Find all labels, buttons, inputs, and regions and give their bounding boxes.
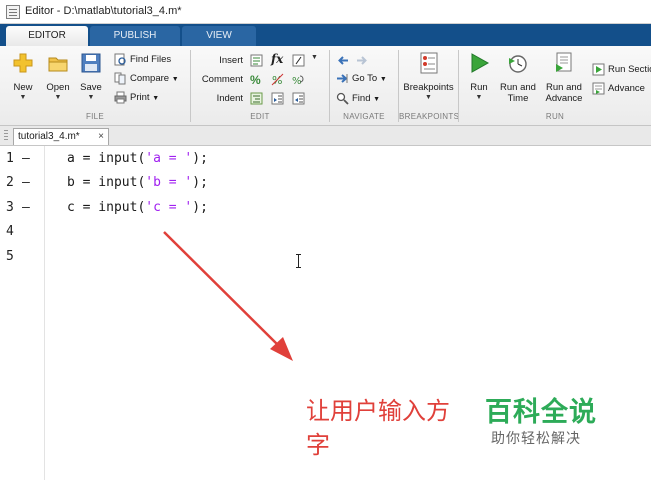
- find-files-label: Find Files: [130, 54, 172, 65]
- forward-arrow-icon: [355, 54, 368, 67]
- run-label: Run: [470, 82, 488, 93]
- indent-label[interactable]: Indent: [193, 93, 243, 104]
- tab-editor[interactable]: EDITOR: [6, 26, 88, 46]
- run-section-icon: [592, 63, 605, 76]
- go-to-label: Go To: [352, 73, 378, 84]
- insert-label[interactable]: Insert: [193, 55, 243, 66]
- smart-indent-icon[interactable]: [250, 92, 263, 105]
- run-and-time-line2: Time: [507, 93, 529, 104]
- run-and-advance-line1: Run and: [546, 82, 582, 93]
- new-dropdown-icon[interactable]: ▼: [6, 93, 40, 103]
- document-tab-bar: tutorial3_4.m* ×: [0, 126, 651, 146]
- run-and-advance-icon: [553, 52, 575, 74]
- breakpoints-button[interactable]: Breakpoints ▼: [401, 52, 456, 103]
- editor-app-icon: [6, 5, 20, 19]
- watermark-logo: 百科全说 助你轻松解决: [463, 376, 627, 456]
- compare-dropdown-icon[interactable]: ▼: [172, 76, 179, 83]
- find-dropdown-icon[interactable]: ▼: [373, 96, 380, 103]
- breakpoints-icon: [418, 52, 440, 74]
- breakpoints-group-label: BREAKPOINTS: [399, 112, 460, 121]
- open-dropdown-icon[interactable]: ▼: [43, 93, 73, 103]
- new-button[interactable]: New ▼: [6, 52, 40, 103]
- window-titlebar: Editor - D:\matlab\tutorial3_4.m*: [0, 0, 651, 24]
- print-dropdown-icon[interactable]: ▼: [152, 95, 159, 102]
- file-group-label: FILE: [85, 112, 105, 121]
- editor-ribbon: New ▼ Open ▼ Save ▼ Find Files Compare ▼…: [0, 46, 651, 126]
- advance-icon: [592, 82, 605, 95]
- run-button[interactable]: Run ▼: [463, 52, 495, 103]
- comment-label[interactable]: Comment: [193, 74, 243, 85]
- run-and-time-button[interactable]: Run and Time: [498, 52, 538, 104]
- advance-button[interactable]: Advance: [592, 81, 645, 97]
- go-to-icon: [336, 72, 349, 85]
- find-label: Find: [352, 93, 371, 104]
- insert-function-fx-icon[interactable]: fx: [271, 52, 287, 66]
- run-and-advance-label: Run and Advance: [543, 82, 585, 104]
- save-button[interactable]: Save ▼: [76, 52, 106, 103]
- decrease-indent-icon[interactable]: [292, 92, 305, 105]
- ribbon-tab-strip: EDITOR PUBLISH VIEW: [0, 24, 651, 46]
- open-label: Open: [46, 82, 70, 93]
- print-label: Print: [130, 92, 150, 103]
- print-icon: [114, 91, 127, 104]
- compare-icon: [114, 72, 127, 85]
- document-tab-label: tutorial3_4.m*: [18, 131, 80, 142]
- new-label: New: [13, 82, 33, 93]
- compare-button[interactable]: Compare ▼: [114, 71, 179, 87]
- close-tab-icon[interactable]: ×: [98, 129, 104, 144]
- watermark-main-text: 百科全说: [485, 397, 597, 428]
- wrap-comments-icon[interactable]: %: [292, 73, 305, 87]
- drag-grip-icon[interactable]: [4, 130, 8, 141]
- find-files-button[interactable]: Find Files: [114, 52, 171, 68]
- save-disk-icon: [80, 52, 102, 74]
- tab-view[interactable]: VIEW: [182, 26, 256, 46]
- breakpoints-label: Breakpoints: [403, 82, 454, 93]
- run-and-time-label: Run and Time: [498, 82, 538, 104]
- advance-label: Advance: [608, 83, 645, 94]
- insert-dropdown-icon[interactable]: ▼: [311, 54, 324, 67]
- save-dropdown-icon[interactable]: ▼: [76, 93, 106, 103]
- open-folder-icon: [47, 52, 69, 74]
- run-and-advance-button[interactable]: Run and Advance: [543, 52, 585, 104]
- find-button[interactable]: Find ▼: [336, 91, 380, 107]
- breakpoints-dropdown-icon[interactable]: ▼: [401, 93, 456, 103]
- comment-percent-icon[interactable]: %: [250, 73, 263, 87]
- run-and-time-line1: Run and: [500, 82, 536, 93]
- open-button[interactable]: Open ▼: [43, 52, 73, 103]
- back-arrow-icon[interactable]: [337, 54, 350, 67]
- run-group-label: RUN: [545, 112, 565, 121]
- go-to-dropdown-icon[interactable]: ▼: [380, 76, 387, 83]
- run-section-button[interactable]: Run Sectio: [592, 62, 651, 78]
- increase-indent-icon[interactable]: [271, 92, 284, 105]
- run-section-label: Run Sectio: [608, 64, 651, 75]
- run-play-icon: [468, 52, 490, 74]
- print-button[interactable]: Print ▼: [114, 90, 159, 106]
- find-files-icon: [114, 53, 127, 66]
- go-to-button[interactable]: Go To ▼: [336, 71, 387, 87]
- window-title: Editor - D:\matlab\tutorial3_4.m*: [25, 5, 182, 17]
- tab-publish[interactable]: PUBLISH: [90, 26, 180, 46]
- insert-section-icon[interactable]: [250, 54, 263, 67]
- run-dropdown-icon[interactable]: ▼: [463, 93, 495, 103]
- new-plus-icon: [12, 52, 34, 74]
- run-and-time-icon: [507, 52, 529, 74]
- uncomment-icon[interactable]: %: [271, 73, 284, 87]
- svg-text:%: %: [292, 76, 302, 86]
- find-magnifier-icon: [336, 92, 349, 105]
- document-tab[interactable]: tutorial3_4.m* ×: [13, 128, 109, 145]
- insert-function-doc-icon[interactable]: [292, 54, 305, 67]
- run-and-advance-line2: Advance: [545, 93, 583, 104]
- text-cursor-icon: [296, 254, 301, 268]
- edit-group-label: EDIT: [250, 112, 270, 121]
- compare-label: Compare: [130, 73, 170, 84]
- watermark-sub-text: 助你轻松解决: [491, 431, 581, 447]
- navigate-group-label: NAVIGATE: [343, 112, 385, 121]
- save-label: Save: [80, 82, 102, 93]
